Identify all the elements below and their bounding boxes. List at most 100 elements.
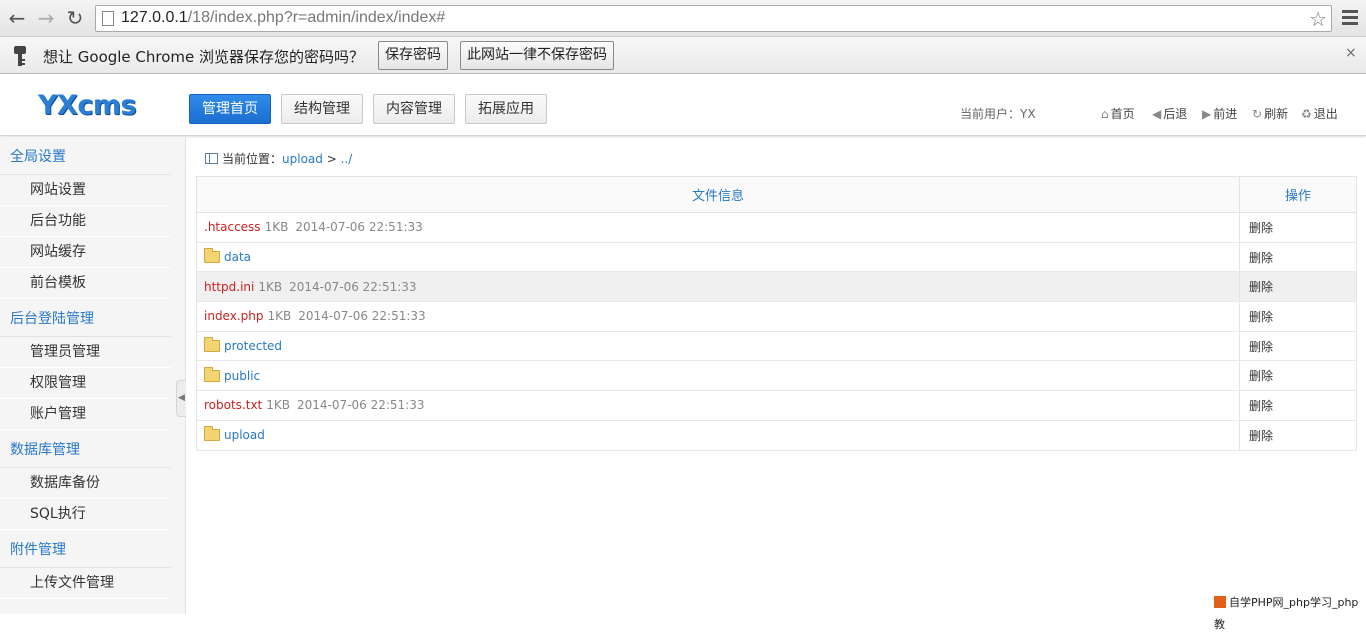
table-row: httpd.ini 1KB 2014-07-06 22:51:33 删除 bbox=[196, 271, 1357, 303]
save-password-button[interactable]: 保存密码 bbox=[378, 41, 448, 70]
folder-link[interactable]: public bbox=[224, 369, 260, 383]
file-size: 1KB bbox=[258, 279, 283, 294]
sidebar-item-admins[interactable]: 管理员管理 bbox=[0, 337, 171, 368]
watermark: 自学PHP网_php学习_php教 bbox=[1214, 592, 1366, 631]
key-icon bbox=[14, 46, 26, 66]
home-link[interactable]: ⌂ 首页 bbox=[1101, 105, 1135, 122]
delete-link[interactable]: 删除 bbox=[1239, 242, 1357, 273]
app-header: YXcms 管理首页 结构管理 内容管理 拓展应用 当前用户：YX ⌂ 首页 ◀ 后… bbox=[0, 74, 1366, 136]
folder-link[interactable]: data bbox=[224, 250, 251, 264]
nav-content[interactable]: 内容管理 bbox=[373, 94, 455, 124]
logout-link-label: 退出 bbox=[1313, 107, 1338, 121]
back-link-label: 后退 bbox=[1163, 107, 1188, 121]
file-name: robots.txt bbox=[204, 398, 263, 413]
back-icon: ◀ bbox=[1152, 107, 1162, 121]
forward-link-label: 前进 bbox=[1213, 107, 1238, 121]
refresh-icon: ↻ bbox=[1252, 107, 1263, 121]
sidebar-item-backend-functions[interactable]: 后台功能 bbox=[0, 206, 171, 237]
watermark-logo bbox=[1214, 596, 1226, 608]
folder-icon bbox=[204, 366, 220, 382]
delete-link[interactable]: 删除 bbox=[1239, 390, 1357, 421]
sidebar-collapse-handle[interactable]: ◀ bbox=[176, 380, 186, 417]
location-icon bbox=[205, 153, 218, 164]
sidebar-item-accounts[interactable]: 账户管理 bbox=[0, 399, 171, 430]
home-icon: ⌂ bbox=[1101, 107, 1109, 121]
file-name: httpd.ini bbox=[204, 279, 255, 294]
address-url[interactable]: 127.0.0.1/18/index.php?r=admin/index/ind… bbox=[121, 9, 445, 27]
file-name: .htaccess bbox=[204, 220, 261, 235]
sidebar-section-attachments[interactable]: 附件管理 bbox=[0, 530, 171, 568]
url-host: 127.0.0.1 bbox=[121, 9, 188, 26]
delete-link[interactable]: 删除 bbox=[1239, 331, 1357, 362]
file-size: 1KB bbox=[267, 309, 292, 324]
folder-link[interactable]: upload bbox=[224, 428, 265, 442]
breadcrumb: 当前位置：upload > ../ bbox=[205, 150, 352, 167]
table-row: public 删除 bbox=[196, 360, 1357, 392]
nav-structure[interactable]: 结构管理 bbox=[281, 94, 363, 124]
home-link-label: 首页 bbox=[1110, 107, 1135, 121]
breadcrumb-label: 当前位置： bbox=[222, 152, 283, 166]
sidebar-item-site-cache[interactable]: 网站缓存 bbox=[0, 237, 171, 268]
infobar-message: 想让 Google Chrome 浏览器保存您的密码吗？ bbox=[43, 48, 365, 66]
password-infobar: 想让 Google Chrome 浏览器保存您的密码吗？ 保存密码 此网站一律不… bbox=[0, 37, 1366, 74]
sidebar-section-database[interactable]: 数据库管理 bbox=[0, 430, 171, 468]
file-name: index.php bbox=[204, 309, 264, 324]
file-info-cell: data bbox=[196, 242, 1240, 273]
file-info-cell: robots.txt 1KB 2014-07-06 22:51:33 bbox=[196, 390, 1240, 421]
delete-link[interactable]: 删除 bbox=[1239, 212, 1357, 243]
breadcrumb-parent-link[interactable]: ../ bbox=[341, 152, 353, 166]
sidebar-section-global[interactable]: 全局设置 bbox=[0, 137, 171, 175]
nav-extensions[interactable]: 拓展应用 bbox=[465, 94, 547, 124]
table-row: protected 删除 bbox=[196, 331, 1357, 362]
sidebar-section-login[interactable]: 后台登陆管理 bbox=[0, 299, 171, 337]
delete-link[interactable]: 删除 bbox=[1239, 301, 1357, 332]
address-bar[interactable]: 127.0.0.1/18/index.php?r=admin/index/ind… bbox=[95, 5, 1332, 32]
browser-toolbar: ← → ↻ 127.0.0.1/18/index.php?r=admin/ind… bbox=[0, 0, 1366, 37]
sidebar-item-sql[interactable]: SQL执行 bbox=[0, 499, 171, 530]
forward-icon: ▶ bbox=[1202, 107, 1212, 121]
delete-link[interactable]: 删除 bbox=[1239, 360, 1357, 392]
back-link[interactable]: ◀ 后退 bbox=[1152, 105, 1187, 122]
folder-link[interactable]: protected bbox=[224, 339, 282, 353]
forward-link[interactable]: ▶ 前进 bbox=[1202, 105, 1237, 122]
col-operation: 操作 bbox=[1239, 176, 1357, 213]
table-row: upload 删除 bbox=[196, 420, 1357, 451]
col-file-info: 文件信息 bbox=[196, 176, 1240, 213]
sidebar: 全局设置 网站设置 后台功能 网站缓存 前台模板 后台登陆管理 管理员管理 权限… bbox=[0, 137, 186, 614]
logo: YXcms bbox=[38, 90, 137, 121]
file-time: 2014-07-06 22:51:33 bbox=[297, 398, 425, 413]
file-info-cell: httpd.ini 1KB 2014-07-06 22:51:33 bbox=[196, 271, 1240, 303]
page-icon bbox=[102, 11, 114, 26]
sidebar-item-frontend-templates[interactable]: 前台模板 bbox=[0, 268, 171, 299]
delete-link[interactable]: 删除 bbox=[1239, 420, 1357, 451]
file-info-cell: protected bbox=[196, 331, 1240, 362]
back-arrow-icon[interactable]: ← bbox=[5, 6, 29, 30]
reload-icon[interactable]: ↻ bbox=[63, 6, 87, 30]
table-row: data 删除 bbox=[196, 242, 1357, 273]
breadcrumb-separator: > bbox=[326, 152, 337, 166]
file-size: 1KB bbox=[266, 398, 291, 413]
logout-link[interactable]: ♻ 退出 bbox=[1301, 105, 1338, 122]
never-save-password-button[interactable]: 此网站一律不保存密码 bbox=[460, 41, 614, 70]
current-user: 当前用户：YX bbox=[960, 107, 1036, 121]
folder-icon bbox=[204, 248, 220, 264]
nav-home[interactable]: 管理首页 bbox=[189, 94, 271, 124]
sidebar-item-site-settings[interactable]: 网站设置 bbox=[0, 175, 171, 206]
refresh-link[interactable]: ↻ 刷新 bbox=[1252, 105, 1288, 122]
table-header-row: 文件信息 操作 bbox=[196, 176, 1357, 213]
close-icon[interactable]: × bbox=[1345, 45, 1357, 61]
file-time: 2014-07-06 22:51:33 bbox=[289, 279, 417, 294]
file-info-cell: .htaccess 1KB 2014-07-06 22:51:33 bbox=[196, 212, 1240, 243]
delete-link[interactable]: 删除 bbox=[1239, 271, 1357, 303]
sidebar-item-uploads[interactable]: 上传文件管理 bbox=[0, 568, 171, 599]
folder-icon bbox=[204, 337, 220, 353]
forward-arrow-icon[interactable]: → bbox=[34, 6, 58, 30]
table-row: index.php 1KB 2014-07-06 22:51:33 删除 bbox=[196, 301, 1357, 332]
sidebar-item-permissions[interactable]: 权限管理 bbox=[0, 368, 171, 399]
file-info-cell: upload bbox=[196, 420, 1240, 451]
bookmark-star-icon[interactable]: ☆ bbox=[1309, 7, 1327, 31]
breadcrumb-upload-link[interactable]: upload bbox=[282, 152, 323, 166]
sidebar-item-db-backup[interactable]: 数据库备份 bbox=[0, 468, 171, 499]
url-path: /18/index.php?r=admin/index/index# bbox=[187, 9, 446, 26]
chrome-menu-icon[interactable] bbox=[1342, 10, 1358, 28]
